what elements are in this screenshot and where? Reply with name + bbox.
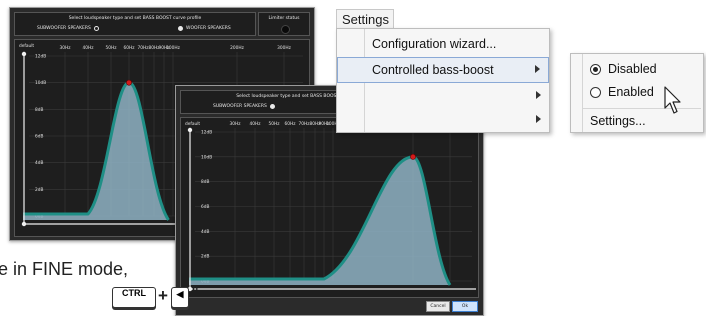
radio-subwoofer-indicator <box>93 26 99 31</box>
y-tick-label: 2dB <box>201 254 209 260</box>
limiter-led-icon <box>281 25 290 34</box>
y-tick-label: 10dB <box>201 154 212 160</box>
radio-woofer[interactable]: WOOFER SPEAKERS <box>178 26 231 31</box>
x-tick-label: 40Hz <box>250 121 262 127</box>
settings-menu: Configuration wizard... Controlled bass-… <box>336 28 550 133</box>
radio-woofer-label: WOOFER SPEAKERS <box>186 26 231 31</box>
y-tick-label: 4dB <box>35 160 43 166</box>
menu-item-hidden-1[interactable] <box>337 83 549 109</box>
x-tick-label: 30Hz <box>60 45 72 51</box>
arrow-left-key-icon: ◀ <box>171 287 189 308</box>
horizontal-slider-handle <box>21 221 27 227</box>
vertical-slider-handle <box>21 51 27 57</box>
submenu-item-label: Enabled <box>608 85 654 99</box>
y-tick-label: 4dB <box>201 229 209 235</box>
menu-item-configuration-wizard[interactable]: Configuration wizard... <box>337 31 549 57</box>
y-tick-label: 6dB <box>35 134 43 140</box>
cancel-button[interactable]: Cancel <box>426 301 450 312</box>
limiter-status-label: Limiter status <box>268 16 300 21</box>
menu-item-label: Controlled bass-boost <box>372 63 494 77</box>
y-tick-label: 10dB <box>35 80 46 86</box>
x-tick-label: 50Hz <box>269 121 281 127</box>
radio-woofer-indicator <box>178 26 183 31</box>
limiter-status-box: Limiter status <box>258 12 310 36</box>
y-tick-label: 6dB <box>201 204 209 210</box>
bass-boost-graph[interactable]: 30Hz40Hz50Hz60Hz70Hz80Hz90Hz100Hz200Hz30… <box>180 117 479 298</box>
radio-enabled-icon <box>590 87 601 98</box>
plus-sign: + <box>158 286 168 305</box>
radio-subwoofer-indicator <box>269 104 275 109</box>
x-tick-label: 60Hz <box>285 121 297 127</box>
submenu-arrow-icon <box>536 91 541 99</box>
y-tick-label: 12dB <box>35 54 46 60</box>
menu-item-hidden-2[interactable] <box>337 107 549 133</box>
submenu-item-label: Disabled <box>608 62 657 76</box>
mouse-cursor-icon <box>664 86 681 114</box>
ctrl-key-label: CTRL <box>122 288 146 298</box>
peak-marker <box>126 79 132 86</box>
graph-corner-label: default <box>185 121 200 127</box>
y-tick-label: 8dB <box>35 107 43 113</box>
closing-quote: " <box>192 283 199 303</box>
menu-item-controlled-bass-boost[interactable]: Controlled bass-boost <box>337 57 549 83</box>
submenu-arrow-icon <box>535 65 540 73</box>
x-tick-label: 200Hz <box>230 45 244 51</box>
menubar-settings-label: Settings <box>342 12 389 27</box>
menubar-settings[interactable]: Settings <box>336 9 394 29</box>
radio-subwoofer[interactable]: SUBWOOFER SPEAKERS <box>213 104 275 109</box>
radio-subwoofer-label: SUBWOOFER SPEAKERS <box>37 26 91 31</box>
x-tick-label: 60Hz <box>124 45 136 51</box>
menu-item-label: Configuration wizard... <box>372 37 497 51</box>
x-tick-label: 70Hz <box>299 121 311 127</box>
radio-subwoofer[interactable]: SUBWOOFER SPEAKERS <box>37 26 99 31</box>
instruction-caption: e in FINE mode, <box>0 259 129 279</box>
submenu-arrow-icon <box>536 115 541 123</box>
submenu-item-disabled[interactable]: Disabled <box>571 56 703 82</box>
graph-corner-label: default <box>19 43 34 49</box>
x-tick-label: 30Hz <box>230 121 242 127</box>
ctrl-key-icon: CTRL <box>112 287 156 308</box>
x-tick-label: 100Hz <box>166 45 180 51</box>
x-tick-label: 70Hz <box>138 45 150 51</box>
y-tick-label: 2dB <box>35 187 43 193</box>
y-tick-label: 8dB <box>201 179 209 185</box>
x-tick-label: 50Hz <box>106 45 118 51</box>
peak-marker <box>410 153 416 160</box>
header-title: Select loudspeaker type and set BASS BOO… <box>68 16 202 21</box>
x-tick-label: 300Hz <box>277 45 291 51</box>
curve-plot[interactable]: 30Hz40Hz50Hz60Hz70Hz80Hz90Hz100Hz200Hz30… <box>181 118 478 297</box>
submenu-item-label: Settings... <box>590 114 646 128</box>
radio-subwoofer-label: SUBWOOFER SPEAKERS <box>213 104 267 109</box>
curve-fill <box>189 156 450 285</box>
arrow-left-key-label: ◀ <box>176 289 184 299</box>
vertical-slider-handle <box>187 127 193 133</box>
y-tick-label: 12dB <box>201 130 212 136</box>
x-tick-label: 40Hz <box>83 45 95 51</box>
radio-disabled-icon <box>590 64 601 75</box>
ok-button[interactable]: Ok <box>452 301 478 312</box>
speaker-type-header: Select loudspeaker type and set BASS BOO… <box>14 12 256 36</box>
